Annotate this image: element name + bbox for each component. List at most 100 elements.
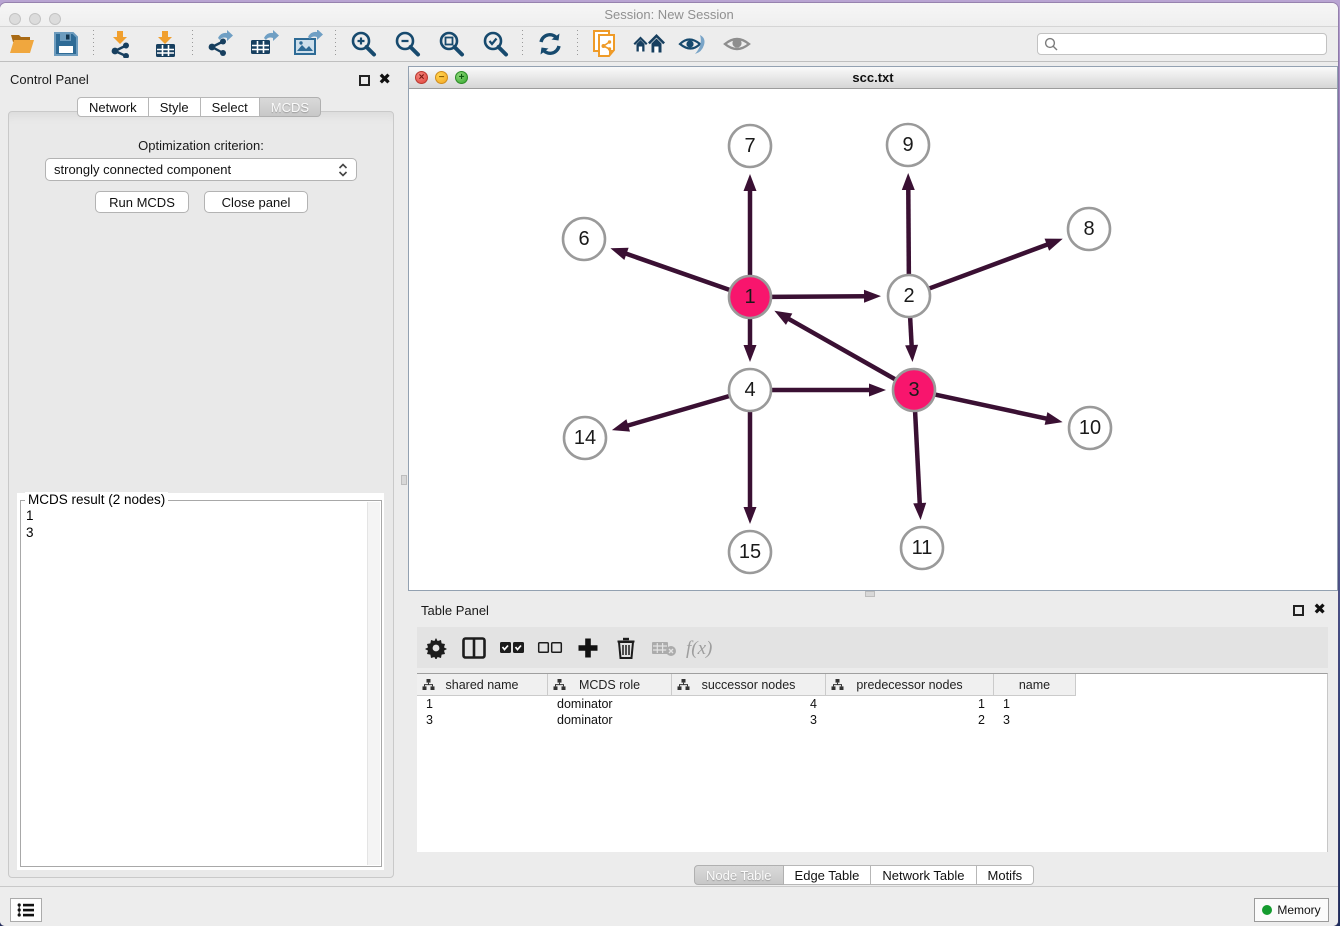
- toolbar-separator: [192, 30, 193, 58]
- edge-arrowhead: [1045, 239, 1063, 251]
- graph-node-label-4: 4: [744, 379, 755, 401]
- column-header-MCDS-role[interactable]: MCDS role: [548, 674, 672, 696]
- edge-arrowhead: [744, 507, 757, 524]
- table-cell[interactable]: 1: [994, 696, 1076, 712]
- tab-network-table[interactable]: Network Table: [871, 865, 976, 885]
- search-icon: [1044, 37, 1058, 51]
- table-cell[interactable]: 1: [826, 696, 994, 712]
- right-column: × − + scc.txt 7968124314101511 Table Pan…: [408, 62, 1338, 886]
- tab-motifs[interactable]: Motifs: [977, 865, 1035, 885]
- refresh-view-icon[interactable]: [533, 29, 567, 59]
- table-cell[interactable]: 2: [826, 712, 994, 728]
- import-table-icon[interactable]: [148, 29, 182, 59]
- edge-4-14[interactable]: [626, 396, 730, 426]
- open-file-icon[interactable]: [5, 29, 39, 59]
- clone-network-icon[interactable]: [588, 29, 622, 59]
- table-cell[interactable]: dominator: [548, 696, 672, 712]
- table-cell[interactable]: 3: [994, 712, 1076, 728]
- result-scrollbar[interactable]: [367, 502, 380, 865]
- search-box[interactable]: [1037, 33, 1327, 55]
- task-list-icon: [17, 902, 35, 918]
- zoom-fit-icon[interactable]: [434, 29, 468, 59]
- delete-table-icon[interactable]: [645, 631, 683, 665]
- network-window-titlebar[interactable]: × − + scc.txt: [409, 67, 1337, 89]
- select-all-columns-icon[interactable]: [493, 631, 531, 665]
- edge-1-2[interactable]: [771, 296, 866, 297]
- table-cell[interactable]: 3: [672, 712, 826, 728]
- tab-edge-table[interactable]: Edge Table: [784, 865, 872, 885]
- deselect-all-columns-icon[interactable]: [531, 631, 569, 665]
- delete-columns-icon[interactable]: [607, 631, 645, 665]
- column-header-successor-nodes[interactable]: successor nodes: [672, 674, 826, 696]
- control-panel-title: Control Panel: [10, 72, 89, 87]
- run-mcds-button[interactable]: Run MCDS: [95, 191, 189, 213]
- search-input[interactable]: [1062, 37, 1326, 51]
- mcds-result-group: MCDS result (2 nodes) 1 3: [20, 500, 382, 867]
- zoom-out-icon[interactable]: [390, 29, 424, 59]
- table-header-row: shared nameMCDS rolesuccessor nodesprede…: [417, 674, 1327, 696]
- mcds-result-block: MCDS result (2 nodes) 1 3: [17, 493, 384, 870]
- show-selected-icon[interactable]: [720, 29, 754, 59]
- network-graph[interactable]: 7968124314101511: [409, 89, 1337, 590]
- control-panel-float-icon[interactable]: [359, 75, 370, 86]
- graph-node-label-2: 2: [903, 285, 914, 307]
- control-panel-tabs: Network Style Select MCDS: [77, 97, 321, 117]
- close-panel-button[interactable]: Close panel: [204, 191, 308, 213]
- task-history-button[interactable]: [10, 898, 42, 922]
- edge-2-3[interactable]: [910, 317, 912, 347]
- table-tabs: Node Table Edge Table Network Table Moti…: [694, 865, 1034, 885]
- tab-mcds[interactable]: MCDS: [260, 97, 321, 117]
- column-header-name[interactable]: name: [994, 674, 1076, 696]
- table-panel-close-icon[interactable]: ✖: [1313, 601, 1326, 619]
- graph-node-label-11: 11: [912, 537, 933, 559]
- horizontal-splitter[interactable]: [408, 591, 1338, 598]
- edge-3-10[interactable]: [935, 394, 1048, 418]
- vertical-splitter-grip[interactable]: [401, 475, 407, 485]
- column-label: name: [1019, 678, 1050, 692]
- function-builder-icon[interactable]: f(x): [683, 631, 721, 665]
- vertical-splitter[interactable]: [400, 62, 408, 886]
- table-row[interactable]: 3dominator323: [417, 712, 1327, 728]
- edge-arrowhead: [864, 290, 881, 303]
- tab-node-table[interactable]: Node Table: [694, 865, 784, 885]
- export-image-icon[interactable]: [291, 29, 325, 59]
- zoom-in-icon[interactable]: [346, 29, 380, 59]
- edge-1-6[interactable]: [625, 253, 731, 290]
- export-network-icon[interactable]: [203, 29, 237, 59]
- tab-style[interactable]: Style: [149, 97, 201, 117]
- add-column-icon[interactable]: [569, 631, 607, 665]
- tab-network[interactable]: Network: [77, 97, 149, 117]
- edge-arrowhead: [869, 384, 886, 397]
- combo-arrows-icon: [338, 163, 348, 177]
- network-canvas[interactable]: 7968124314101511: [409, 89, 1337, 590]
- svg-text:f(x): f(x): [686, 638, 712, 659]
- table-options-icon[interactable]: [417, 631, 455, 665]
- column-header-shared-name[interactable]: shared name: [417, 674, 548, 696]
- edge-3-11[interactable]: [915, 411, 920, 505]
- horizontal-splitter-grip[interactable]: [865, 591, 875, 597]
- show-column-panel-icon[interactable]: [455, 631, 493, 665]
- edge-2-9[interactable]: [908, 188, 909, 275]
- save-session-icon[interactable]: [49, 29, 83, 59]
- export-table-icon[interactable]: [247, 29, 281, 59]
- table-row[interactable]: 1dominator411: [417, 696, 1327, 712]
- memory-button[interactable]: Memory: [1254, 898, 1329, 922]
- table-panel-title: Table Panel: [421, 603, 489, 618]
- edge-2-8[interactable]: [929, 244, 1049, 289]
- table-cell[interactable]: dominator: [548, 712, 672, 728]
- tab-select[interactable]: Select: [201, 97, 260, 117]
- criterion-select[interactable]: strongly connected component: [45, 158, 357, 181]
- zoom-selected-icon[interactable]: [478, 29, 512, 59]
- hide-selected-icon[interactable]: [676, 29, 710, 59]
- table-panel-float-icon[interactable]: [1293, 605, 1304, 616]
- control-panel-close-icon[interactable]: ✖: [378, 71, 391, 89]
- column-header-predecessor-nodes[interactable]: predecessor nodes: [826, 674, 994, 696]
- edge-3-1[interactable]: [787, 318, 895, 379]
- table-cell[interactable]: 4: [672, 696, 826, 712]
- table-cell[interactable]: 3: [417, 712, 548, 728]
- import-network-icon[interactable]: [104, 29, 138, 59]
- table-cell[interactable]: 1: [417, 696, 548, 712]
- edge-arrowhead: [913, 503, 926, 520]
- show-all-icon[interactable]: [632, 29, 666, 59]
- mcds-result-text[interactable]: 1 3: [26, 507, 34, 541]
